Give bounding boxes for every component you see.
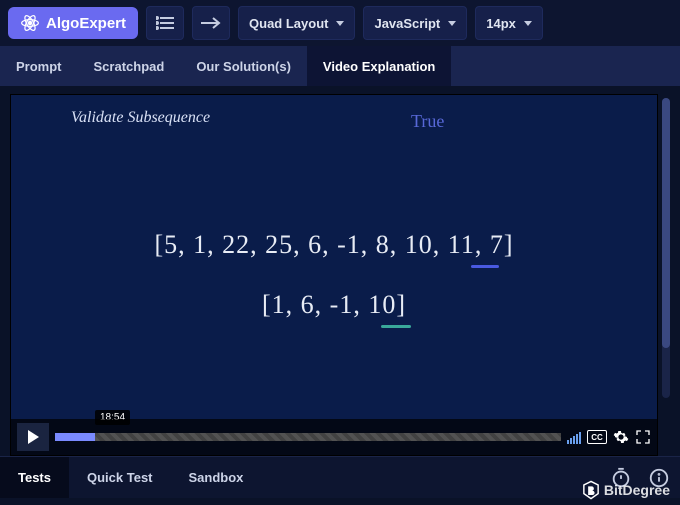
play-icon [28,430,39,444]
underline-mark [381,325,411,328]
fullscreen-icon[interactable] [635,429,651,445]
tab-label: Sandbox [189,470,244,485]
bottom-tab-sandbox[interactable]: Sandbox [171,457,262,498]
video-title: Validate Subsequence [71,109,210,127]
scrollbar-thumb[interactable] [662,98,670,348]
progress-fill [55,433,95,441]
list-icon [156,16,174,30]
tab-label: Our Solution(s) [196,59,291,74]
bottom-tabbar: Tests Quick Test Sandbox [0,456,680,498]
settings-icon[interactable] [613,429,629,445]
tab-label: Tests [18,470,51,485]
play-button[interactable] [17,423,49,451]
cc-label: CC [591,433,603,442]
watermark: BitDegree [582,480,670,500]
bottom-tab-quick-test[interactable]: Quick Test [69,457,171,498]
top-toolbar: AlgoExpert Quad Layout JavaScript 14px [0,0,680,46]
bottom-tab-tests[interactable]: Tests [0,457,69,498]
language-dropdown[interactable]: JavaScript [363,6,467,40]
tab-scratchpad[interactable]: Scratchpad [78,46,181,86]
tab-label: Video Explanation [323,59,435,74]
tab-our-solutions[interactable]: Our Solution(s) [180,46,307,86]
chevron-down-icon [524,21,532,26]
tab-label: Prompt [16,59,62,74]
arrow-right-icon [201,17,221,29]
scrollbar[interactable] [662,98,670,398]
handwriting-array-main: [5, 1, 22, 25, 6, -1, 8, 10, 11, 7] [11,230,657,260]
handwriting-array-sub: [1, 6, -1, 10] [11,290,657,320]
language-label: JavaScript [374,16,440,31]
chevron-down-icon [448,21,456,26]
progress-bar[interactable] [55,433,561,441]
captions-button[interactable]: CC [587,430,607,444]
underline-mark [471,265,499,268]
tab-label: Scratchpad [94,59,165,74]
brand-logo[interactable]: AlgoExpert [8,7,138,39]
video-panel: Validate Subsequence True [5, 1, 22, 25,… [0,86,680,456]
annotation-true: True [411,111,444,132]
video-controls: CC [11,419,657,455]
main-tabbar: Prompt Scratchpad Our Solution(s) Video … [0,46,680,86]
layout-label: Quad Layout [249,16,328,31]
fontsize-dropdown[interactable]: 14px [475,6,543,40]
tab-prompt[interactable]: Prompt [0,46,78,86]
watermark-text: BitDegree [604,482,670,498]
chevron-down-icon [336,21,344,26]
tab-label: Quick Test [87,470,153,485]
volume-control[interactable] [567,430,581,444]
list-toggle-button[interactable] [146,6,184,40]
atom-icon [20,13,40,33]
video-frame[interactable]: Validate Subsequence True [5, 1, 22, 25,… [10,94,658,456]
layout-dropdown[interactable]: Quad Layout [238,6,355,40]
tab-video-explanation[interactable]: Video Explanation [307,46,451,86]
brand-text: AlgoExpert [46,15,126,32]
bitdegree-icon [582,480,600,500]
forward-button[interactable] [192,6,230,40]
fontsize-label: 14px [486,16,516,31]
